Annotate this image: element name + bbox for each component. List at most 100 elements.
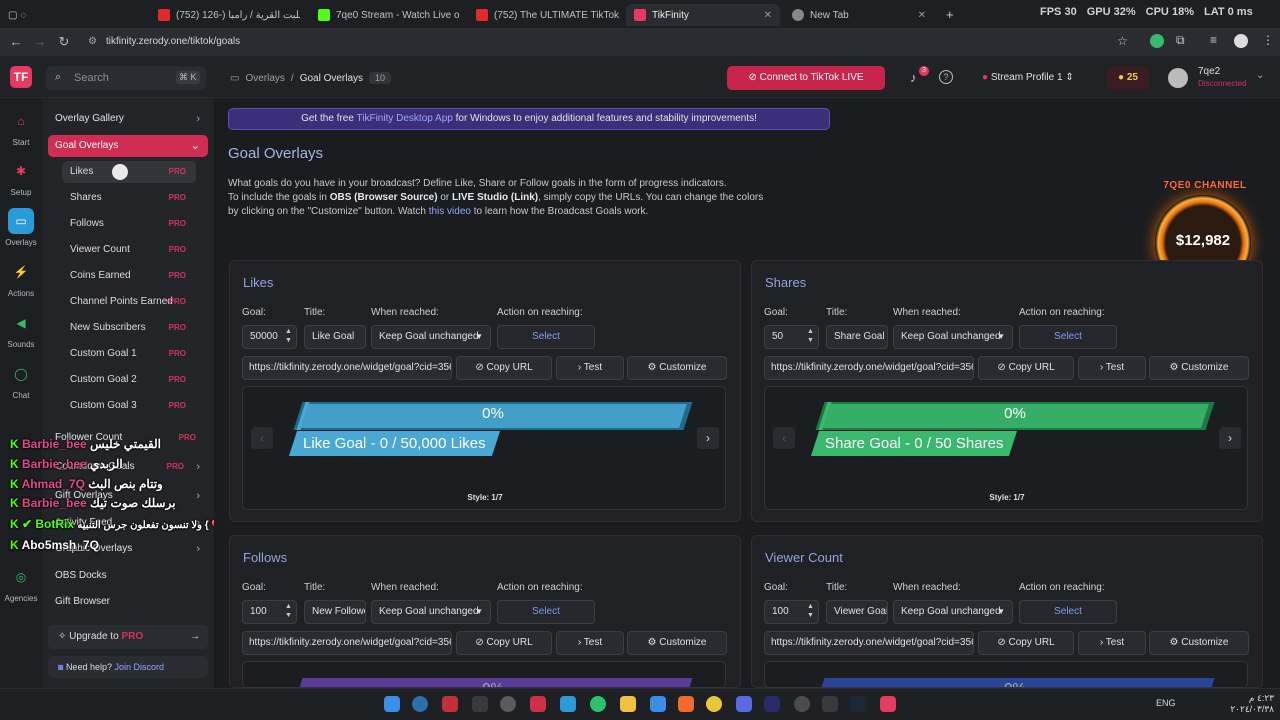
rail-sounds[interactable]: ◀ Sounds <box>0 310 42 349</box>
bell-icon[interactable]: ♪ <box>910 70 917 85</box>
test-button[interactable]: › Test <box>556 356 624 380</box>
action-select-button[interactable]: Select <box>497 600 595 624</box>
forward-icon[interactable]: → <box>32 34 48 49</box>
rail-agencies[interactable]: ◎ Agencies <box>0 564 42 603</box>
new-tab-button[interactable]: + <box>946 7 954 22</box>
tikfinity-logo[interactable]: TF <box>10 66 32 88</box>
sidebar-item-overlay-gallery[interactable]: Overlay Gallery › <box>48 108 208 130</box>
app-icon[interactable] <box>472 696 488 712</box>
settings-icon[interactable] <box>500 696 516 712</box>
upgrade-button[interactable]: ✧ Upgrade to PRO → <box>48 625 208 649</box>
chrome-icon[interactable] <box>706 696 722 712</box>
stepper-icon[interactable]: ▲ ▼ <box>285 327 292 345</box>
windows-start-icon[interactable] <box>384 696 400 712</box>
action-select-button[interactable]: Select <box>1019 600 1117 624</box>
rail-actions[interactable]: ⚡ Actions <box>0 259 42 298</box>
copy-url-button[interactable]: ⊘ Copy URL <box>978 631 1074 655</box>
sidebar-subitem-viewer-count[interactable]: Viewer Count PRO <box>62 239 196 261</box>
browser-tab[interactable]: New Tab ✕ <box>784 4 934 26</box>
chevron-right-icon[interactable]: › <box>697 427 719 449</box>
browser-tab[interactable]: (752) انطلبت القرية / رامبا (-126✕ <box>150 4 300 26</box>
widget-url-field[interactable]: https://tikfinity.zerody.one/widget/goal… <box>242 356 452 380</box>
brave-icon[interactable] <box>678 696 694 712</box>
obs-icon[interactable] <box>794 696 810 712</box>
discord-icon[interactable] <box>736 696 752 712</box>
goal-title-input[interactable]: Viewer Goal <box>826 600 888 624</box>
app-icon[interactable] <box>650 696 666 712</box>
sidebar-subitem-coins-earned[interactable]: Coins Earned PRO <box>62 265 196 287</box>
widget-url-field[interactable]: https://tikfinity.zerody.one/widget/goal… <box>764 356 974 380</box>
sidebar-subitem-new-subscribers[interactable]: New Subscribers PRO <box>62 317 196 339</box>
sidebar-subitem-custom-goal-2[interactable]: Custom Goal 2 PRO <box>62 369 196 391</box>
goal-title-input[interactable]: Like Goal <box>304 325 366 349</box>
when-reached-select[interactable]: Keep Goal unchanged ▼ <box>371 600 491 624</box>
desktop-app-link[interactable]: TikFinity Desktop App <box>357 113 453 124</box>
browser-tab-active[interactable]: TikFinity ✕ <box>626 4 780 26</box>
test-button[interactable]: › Test <box>1078 631 1146 655</box>
app-icon[interactable] <box>442 696 458 712</box>
app-icon[interactable] <box>560 696 576 712</box>
stepper-icon[interactable]: ▲ ▼ <box>807 602 814 620</box>
when-reached-select[interactable]: Keep Goal unchanged ▼ <box>893 600 1013 624</box>
goal-title-input[interactable]: Share Goal <box>826 325 888 349</box>
action-select-button[interactable]: Select <box>497 325 595 349</box>
copy-url-button[interactable]: ⊘ Copy URL <box>456 356 552 380</box>
sidebar-subitem-custom-goal-1[interactable]: Custom Goal 1 PRO <box>62 343 196 365</box>
search-icon[interactable] <box>412 696 428 712</box>
test-button[interactable]: › Test <box>556 631 624 655</box>
puzzle-icon[interactable]: ⧉ <box>1176 33 1185 48</box>
stream-profile-selector[interactable]: ● Stream Profile 1 ⇕ <box>982 72 1074 83</box>
bookmark-star-icon[interactable]: ☆ <box>1117 34 1128 48</box>
sidebar-item-goal-overlays[interactable]: Goal Overlays ⌄ <box>48 135 208 157</box>
profile-avatar[interactable] <box>1234 34 1248 48</box>
test-button[interactable]: › Test <box>1078 356 1146 380</box>
rail-setup[interactable]: ✱ Setup <box>0 158 42 197</box>
widget-url-field[interactable]: https://tikfinity.zerody.one/widget/goal… <box>764 631 974 655</box>
when-reached-select[interactable]: Keep Goal unchanged ▼ <box>371 325 491 349</box>
chevron-left-icon[interactable]: ‹ <box>251 427 273 449</box>
close-icon[interactable]: ✕ <box>764 10 772 21</box>
coins-badge[interactable]: ● 25 <box>1107 66 1149 90</box>
copy-url-button[interactable]: ⊘ Copy URL <box>456 631 552 655</box>
app-icon[interactable] <box>822 696 838 712</box>
back-icon[interactable]: ← <box>8 34 24 49</box>
copy-url-button[interactable]: ⊘ Copy URL <box>978 356 1074 380</box>
extension-icon[interactable] <box>1150 34 1164 48</box>
goal-title-input[interactable]: New Followe <box>304 600 366 624</box>
sidebar-subitem-likes[interactable]: Likes PRO <box>62 161 196 183</box>
close-icon[interactable]: ✕ <box>918 10 926 21</box>
widget-url-field[interactable]: https://tikfinity.zerody.one/widget/goal… <box>242 631 452 655</box>
stepper-icon[interactable]: ▲ ▼ <box>807 327 814 345</box>
sidebar-subitem-follows[interactable]: Follows PRO <box>62 213 196 235</box>
rail-chat[interactable]: ◯ Chat <box>0 361 42 400</box>
downloads-icon[interactable]: ≡ <box>1210 33 1217 47</box>
steam-icon[interactable] <box>850 696 866 712</box>
menu-icon[interactable]: ⋮ <box>1262 33 1274 47</box>
stepper-icon[interactable]: ▲ ▼ <box>285 602 292 620</box>
customize-button[interactable]: ⚙ Customize <box>1149 631 1249 655</box>
sidebar-item-gift-browser[interactable]: Gift Browser <box>48 591 208 613</box>
customize-button[interactable]: ⚙ Customize <box>627 356 727 380</box>
customize-button[interactable]: ⚙ Customize <box>627 631 727 655</box>
customize-button[interactable]: ⚙ Customize <box>1149 356 1249 380</box>
breadcrumb-overlays[interactable]: Overlays <box>245 73 284 84</box>
folder-icon[interactable] <box>620 696 636 712</box>
help-discord[interactable]: ◙ Need help? Join Discord <box>48 656 208 678</box>
app-icon[interactable] <box>530 696 546 712</box>
browser-tab[interactable]: (752) The ULTIMATE TikTok LIV✕ <box>468 4 620 26</box>
app-icon[interactable] <box>590 696 606 712</box>
sidebar-item-obs-docks[interactable]: OBS Docks <box>48 565 208 587</box>
connect-tiktok-button[interactable]: ⊘ Connect to TikTok LIVE <box>727 66 885 90</box>
when-reached-select[interactable]: Keep Goal unchanged ▼ <box>893 325 1013 349</box>
premiere-icon[interactable] <box>764 696 780 712</box>
chevron-left-icon[interactable]: ‹ <box>773 427 795 449</box>
video-link[interactable]: this video <box>429 206 471 217</box>
help-icon[interactable]: ? <box>939 70 953 84</box>
sidebar-subitem-channel-points[interactable]: Channel Points Earned PRO <box>62 291 196 313</box>
tikfinity-taskbar-icon[interactable] <box>880 696 896 712</box>
browser-tab[interactable]: 7qe0 Stream - Watch Live on Ki✕ <box>310 4 460 26</box>
tab-group-icons[interactable]: ▢ ◌ <box>0 4 28 26</box>
sidebar-subitem-shares[interactable]: Shares PRO <box>62 187 196 209</box>
language-indicator[interactable]: ENG <box>1156 698 1176 708</box>
action-select-button[interactable]: Select <box>1019 325 1117 349</box>
